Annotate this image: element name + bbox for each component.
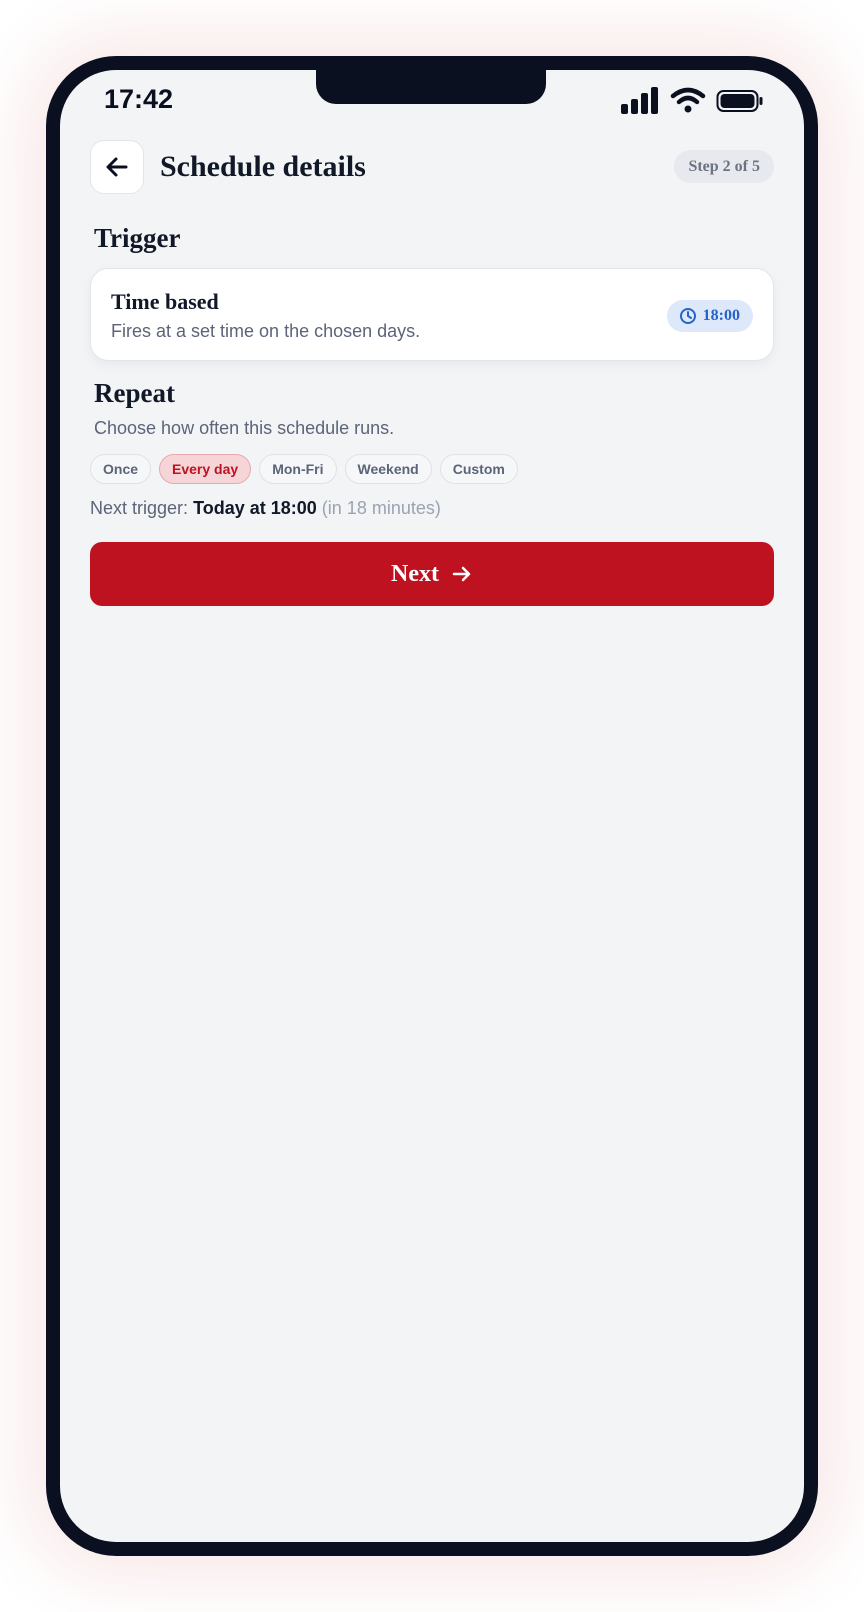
trigger-card-description: Fires at a set time on the chosen days. xyxy=(111,321,421,341)
trigger-card-title: Time based xyxy=(111,289,219,314)
notch xyxy=(316,70,546,104)
repeat-option-weekend[interactable]: Weekend xyxy=(344,454,432,484)
repeat-option-once[interactable]: Once xyxy=(90,454,152,484)
signal-icon xyxy=(621,87,658,114)
time-pill[interactable]: 18:00 xyxy=(666,300,753,332)
status-icons xyxy=(620,86,770,116)
next-trigger-prefix: Next trigger: xyxy=(90,498,189,518)
repeat-option-every-day[interactable]: Every day xyxy=(159,454,252,484)
trigger-card[interactable]: Time based Fires at a set time on the ch… xyxy=(90,268,774,361)
repeat-options: Once Every day Mon-Fri Weekend Custom xyxy=(90,454,518,484)
repeat-option-custom[interactable]: Custom xyxy=(439,454,518,484)
repeat-description: Choose how often this schedule runs. xyxy=(94,418,395,438)
next-button[interactable]: Next xyxy=(90,542,774,606)
phone-screen: 17:42 Schedule details Step 2 of 5 Trigg… xyxy=(60,70,804,1542)
time-pill-label: 18:00 xyxy=(702,307,740,324)
step-badge: Step 2 of 5 xyxy=(674,150,774,183)
status-time: 17:42 xyxy=(104,84,174,114)
trigger-heading: Trigger xyxy=(94,223,181,253)
arrow-left-icon xyxy=(106,157,128,177)
clock-icon xyxy=(679,308,696,324)
page-title: Schedule details xyxy=(160,150,366,183)
phone-frame: 17:42 Schedule details Step 2 of 5 Trigg… xyxy=(46,56,818,1556)
next-button-label: Next xyxy=(391,560,439,587)
next-trigger-relative: (in 18 minutes) xyxy=(321,498,441,518)
next-trigger-value: Today at 18:00 xyxy=(193,498,317,518)
back-button[interactable] xyxy=(90,140,144,194)
repeat-option-mon-fri[interactable]: Mon-Fri xyxy=(259,454,337,484)
arrow-right-icon xyxy=(452,566,471,582)
repeat-heading: Repeat xyxy=(94,378,175,408)
wifi-icon xyxy=(670,87,706,113)
battery-icon xyxy=(716,90,763,112)
next-trigger: Next trigger: Today at 18:00 (in 18 minu… xyxy=(90,498,441,519)
